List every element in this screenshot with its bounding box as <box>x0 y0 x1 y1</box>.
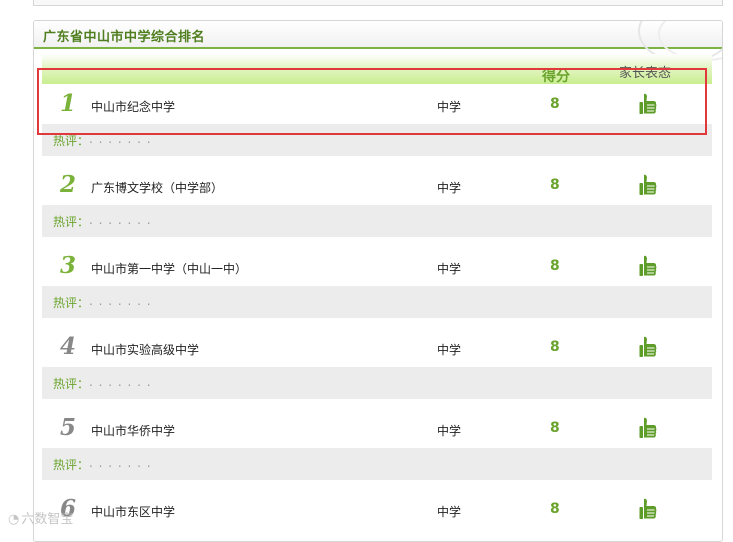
school-score: 8 <box>550 339 560 355</box>
school-row: 6 中山市东区中学 中学 8 <box>42 489 712 533</box>
school-score: 8 <box>550 501 560 517</box>
thumbs-up-icon[interactable] <box>639 417 657 439</box>
watermark-text: 六数智宝 <box>21 512 74 527</box>
watermark: ◔ 六数智宝 <box>8 508 73 527</box>
school-row: 4 中山市实验高级中学 中学 8 <box>42 327 712 371</box>
highlight-box <box>37 68 707 135</box>
school-name[interactable]: 中山市东区中学 <box>91 503 175 520</box>
school-score: 8 <box>550 258 560 274</box>
comment-bar: 热评： . . . . . . . <box>42 205 712 237</box>
school-name[interactable]: 中山市华侨中学 <box>91 422 175 439</box>
rank-number: 3 <box>59 252 76 279</box>
comment-text[interactable]: . . . . . . . <box>89 375 152 389</box>
school-row: 3 中山市第一中学（中山一中） 中学 8 <box>42 246 712 290</box>
school-row: 2 广东博文学校（中学部） 中学 8 <box>42 165 712 209</box>
comment-label: 热评： <box>53 458 90 472</box>
school-row: 5 中山市华侨中学 中学 8 <box>42 408 712 452</box>
school-type: 中学 <box>437 343 462 357</box>
thumbs-up-icon[interactable] <box>639 174 657 196</box>
rank-number: 4 <box>59 333 76 360</box>
comment-bar: 热评： . . . . . . . <box>42 286 712 318</box>
school-score: 8 <box>550 177 560 193</box>
school-name[interactable]: 中山市实验高级中学 <box>91 341 199 358</box>
comment-bar: 热评： . . . . . . . <box>42 448 712 480</box>
rank-number: 5 <box>59 414 76 441</box>
school-name[interactable]: 中山市第一中学（中山一中） <box>91 260 247 277</box>
previous-panel-edge <box>33 0 723 6</box>
thumbs-up-icon[interactable] <box>639 255 657 277</box>
school-type: 中学 <box>437 262 462 276</box>
school-type: 中学 <box>437 181 462 195</box>
school-name[interactable]: 广东博文学校（中学部） <box>91 179 223 196</box>
thumbs-up-icon[interactable] <box>639 336 657 358</box>
thumbs-up-icon[interactable] <box>639 498 657 520</box>
comment-label: 热评： <box>53 296 90 310</box>
comment-bar: 热评： . . . . . . . <box>42 367 712 399</box>
school-type: 中学 <box>437 505 462 519</box>
panel-header: 广东省中山市中学综合排名 <box>34 21 722 63</box>
comment-label: 热评： <box>53 215 90 229</box>
school-type: 中学 <box>437 424 462 438</box>
comment-text[interactable]: . . . . . . . <box>89 456 152 470</box>
panel-title: 广东省中山市中学综合排名 <box>43 30 206 45</box>
watermark-logo-icon: ◔ <box>8 512 20 527</box>
rank-number: 2 <box>59 171 76 198</box>
comment-text[interactable]: . . . . . . . <box>89 294 152 308</box>
comment-label: 热评： <box>53 377 90 391</box>
comment-text[interactable]: . . . . . . . <box>89 213 152 227</box>
school-score: 8 <box>550 420 560 436</box>
